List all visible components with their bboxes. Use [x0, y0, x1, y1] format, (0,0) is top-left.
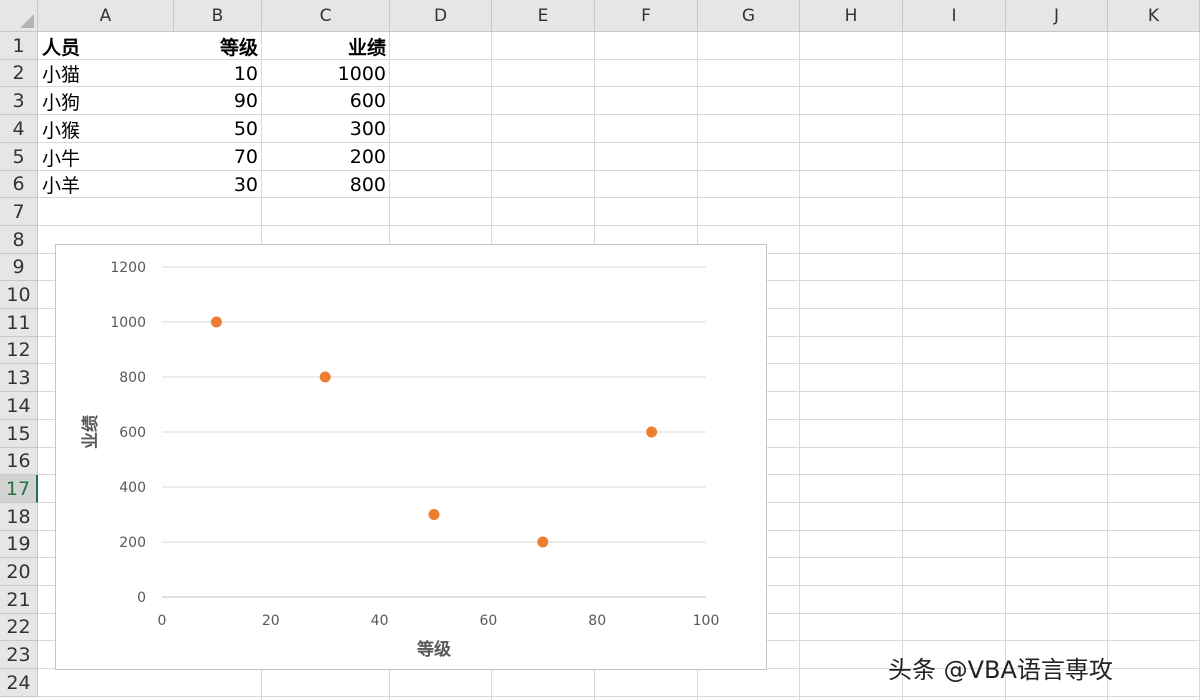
row-header-4[interactable]: 4 [0, 115, 38, 143]
cell-b3[interactable]: 90 [174, 87, 262, 115]
watermark: 头条 @VBA语言専攻 [888, 656, 1113, 684]
header-cell-a1[interactable]: 人员 [38, 32, 174, 60]
row-header-22[interactable]: 22 [0, 614, 38, 641]
row-header-16[interactable]: 16 [0, 448, 38, 475]
y-tick-label: 200 [119, 535, 146, 551]
cell-a5[interactable]: 小牛 [38, 143, 174, 171]
x-tick-label: 20 [262, 613, 280, 629]
x-tick-label: 40 [371, 613, 389, 629]
cell-c2[interactable]: 1000 [262, 60, 390, 87]
select-all-icon [20, 14, 34, 28]
row-header-17[interactable]: 17 [0, 475, 38, 503]
column-header-c[interactable]: C [262, 0, 390, 32]
cell-c3[interactable]: 600 [262, 87, 390, 115]
x-tick-label: 60 [479, 613, 497, 629]
data-point [210, 316, 222, 328]
row-header-8[interactable]: 8 [0, 226, 38, 254]
row-header-19[interactable]: 19 [0, 531, 38, 558]
column-header-f[interactable]: F [595, 0, 698, 32]
row-header-1[interactable]: 1 [0, 32, 38, 60]
row-header-23[interactable]: 23 [0, 641, 38, 669]
data-point [646, 426, 658, 438]
column-header-i[interactable]: I [903, 0, 1006, 32]
y-tick-label: 800 [119, 370, 146, 386]
grid-hline [38, 225, 1200, 226]
column-header-g[interactable]: G [698, 0, 800, 32]
x-tick-label: 80 [588, 613, 606, 629]
cell-a6[interactable]: 小羊 [38, 171, 174, 198]
row-header-21[interactable]: 21 [0, 586, 38, 614]
data-point [428, 509, 440, 520]
grid-vline [799, 32, 800, 700]
row-header-2[interactable]: 2 [0, 60, 38, 87]
row-header-12[interactable]: 12 [0, 337, 38, 364]
row-header-11[interactable]: 11 [0, 309, 38, 337]
cell-a2[interactable]: 小猫 [38, 60, 174, 87]
row-header-5[interactable]: 5 [0, 143, 38, 171]
cell-b5[interactable]: 70 [174, 143, 262, 171]
x-tick-label: 0 [158, 613, 167, 629]
cell-b2[interactable]: 10 [174, 60, 262, 87]
row-header-13[interactable]: 13 [0, 364, 38, 392]
row-header-18[interactable]: 18 [0, 503, 38, 531]
scatter-chart[interactable]: 0 200 400 600 800 1000 1200 0 20 40 60 80 100 等级 业绩 [55, 244, 767, 670]
x-axis-title: 等级 [417, 639, 451, 660]
select-all-corner[interactable] [0, 0, 38, 32]
cell-a4[interactable]: 小猴 [38, 115, 174, 143]
grid-hline [38, 696, 1200, 697]
column-header-d[interactable]: D [390, 0, 492, 32]
cell-b6[interactable]: 30 [174, 171, 262, 198]
column-header-b[interactable]: B [174, 0, 262, 32]
row-header-10[interactable]: 10 [0, 281, 38, 309]
header-cell-c1[interactable]: 业绩 [262, 32, 390, 60]
row-header-14[interactable]: 14 [0, 392, 38, 420]
column-header-h[interactable]: H [800, 0, 903, 32]
grid-vline [1107, 32, 1108, 700]
y-tick-label: 0 [137, 590, 146, 606]
row-header-6[interactable]: 6 [0, 171, 38, 198]
row-header-20[interactable]: 20 [0, 558, 38, 586]
data-point [537, 536, 549, 548]
spreadsheet: ABCDEFGHIJK 1 2 3 4 5 6 7 8 9 10 11 12 13 14 15 16 17 18 1… [0, 0, 1200, 700]
header-cell-b1[interactable]: 等级 [174, 32, 262, 60]
cell-a3[interactable]: 小狗 [38, 87, 174, 115]
column-header-e[interactable]: E [492, 0, 595, 32]
cell-c5[interactable]: 200 [262, 143, 390, 171]
column-header-k[interactable]: K [1108, 0, 1200, 32]
row-header-7[interactable]: 7 [0, 198, 38, 226]
grid-vline [902, 32, 903, 700]
grid-vline [1005, 32, 1006, 700]
y-tick-label: 1000 [110, 315, 146, 331]
y-axis-title: 业绩 [80, 415, 101, 449]
column-header-j[interactable]: J [1006, 0, 1108, 32]
row-header-24[interactable]: 24 [0, 669, 38, 697]
chart-plot: 0 200 400 600 800 1000 1200 0 20 40 60 80 100 等级 业绩 [80, 260, 720, 660]
row-header-15[interactable]: 15 [0, 420, 38, 448]
cell-c4[interactable]: 300 [262, 115, 390, 143]
cell-b4[interactable]: 50 [174, 115, 262, 143]
row-header-9[interactable]: 9 [0, 254, 38, 281]
cell-c6[interactable]: 800 [262, 171, 390, 198]
row-header-3[interactable]: 3 [0, 87, 38, 115]
x-tick-label: 100 [693, 613, 720, 629]
data-point [319, 371, 331, 383]
y-tick-label: 400 [119, 480, 146, 496]
column-header-a[interactable]: A [38, 0, 174, 32]
y-tick-label: 600 [119, 425, 146, 441]
y-tick-label: 1200 [110, 260, 146, 276]
